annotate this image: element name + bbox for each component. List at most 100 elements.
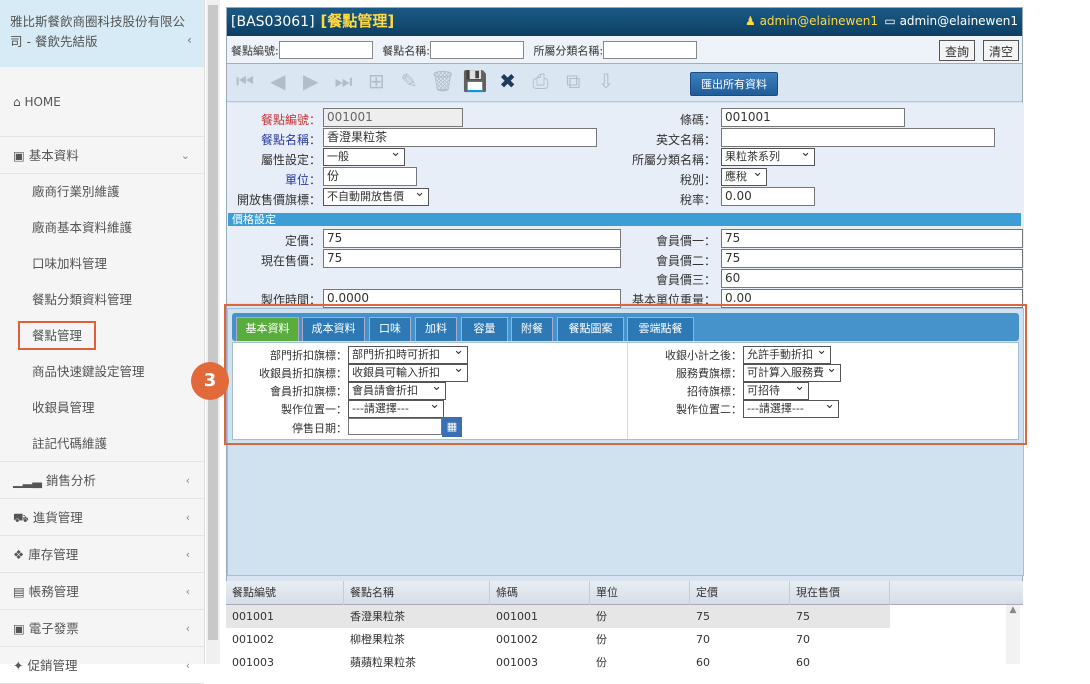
category-select[interactable]: 果粒茶系列 (721, 145, 815, 166)
sidebar-sub-item[interactable]: 廠商基本資料維護 (0, 210, 204, 246)
table-row[interactable]: 001001 香澄果粒茶 001001 份 75 75 (226, 605, 890, 628)
cancel-icon[interactable]: ✖ (496, 69, 520, 93)
next-record-icon[interactable]: ▶ (299, 69, 323, 93)
table-cell: 70 (696, 633, 710, 646)
sidebar-item-label: 庫存管理 (28, 547, 79, 562)
price-section-header: 價格設定 (228, 213, 1021, 226)
edit-icon[interactable]: ✎ (397, 69, 421, 93)
user-label: admin@elainewen1 (759, 14, 878, 28)
table-scrollbar[interactable]: ▲ (1006, 605, 1020, 664)
sidebar-sub-label: 廠商行業別維護 (32, 184, 120, 199)
sidebar-item-home[interactable]: ⌂ HOME (0, 67, 204, 137)
sidebar-sub-item[interactable]: 收銀員管理 (0, 390, 204, 426)
open-price-select[interactable]: 不自動開放售價 (323, 185, 429, 206)
prev-record-icon[interactable]: ◀ (266, 69, 290, 93)
sidebar-sub-item[interactable]: 註記代碼維護 (0, 426, 204, 462)
save-icon[interactable]: 💾 (463, 69, 488, 93)
sidebar-item-inventory[interactable]: ❖ 庫存管理 ‹ (0, 536, 204, 573)
chevron-left-icon: ‹ (185, 511, 190, 524)
clear-button[interactable]: 清空 (983, 40, 1020, 61)
add-icon[interactable]: ⊞ (364, 69, 388, 93)
query-button[interactable]: 查詢 (939, 40, 976, 61)
search-id-input[interactable] (278, 41, 373, 59)
user-icon: ♟ (744, 14, 756, 28)
member-price2-field[interactable]: 75 (721, 249, 1023, 268)
highlight-box (224, 304, 1027, 445)
search-name-input[interactable] (429, 41, 524, 59)
sidebar-item-label: HOME (24, 95, 61, 109)
table-row[interactable]: 001003 蘋蘋粒果粒茶 001003 份 60 60 (226, 651, 890, 674)
import-icon[interactable]: ⇩ (594, 69, 618, 93)
toolbar: ⏮ ◀ ▶ ⏭ ⊞ ✎ 🗑 💾 ✖ ⎙ ⧉ ⇩ 匯出所有資料 (227, 64, 1022, 102)
cart-icon: ⛟ (13, 510, 29, 525)
search-category-input[interactable] (603, 41, 698, 59)
column-header[interactable]: 定價 (690, 581, 790, 605)
table-cell: 75 (796, 610, 810, 623)
table-cell: 001003 (232, 656, 274, 669)
table-cell: 70 (796, 633, 810, 646)
user-label: admin@elainewen1 (899, 14, 1018, 28)
sidebar-item-label: 電子發票 (28, 621, 79, 636)
tax-type-select[interactable]: 應稅 (721, 165, 767, 186)
copy-icon[interactable]: ⧉ (561, 69, 585, 93)
sidebar-sub-label: 商品快速鍵設定管理 (32, 364, 145, 379)
sidebar-sub-item-active[interactable]: 餐點管理 (0, 318, 204, 354)
first-record-icon[interactable]: ⏮ (233, 69, 257, 93)
field-label: 餐點編號： (260, 113, 321, 127)
column-header[interactable]: 現在售價 (790, 581, 890, 605)
card-icon: ▣ (13, 621, 25, 636)
table-cell: 001003 (496, 656, 538, 669)
member-price3-field[interactable]: 60 (721, 269, 1023, 288)
sidebar-sub-item[interactable]: 廠商行業別維護 (0, 174, 204, 210)
sidebar-sub-item[interactable]: 餐點分類資料管理 (0, 282, 204, 318)
column-header[interactable]: 餐點名稱 (344, 581, 490, 605)
sidebar-item-accounts[interactable]: ▤ 帳務管理 ‹ (0, 573, 204, 610)
scroll-up-icon[interactable]: ▲ (1006, 605, 1020, 615)
chevron-left-icon: ‹ (187, 32, 192, 47)
briefcase-icon: ▤ (13, 584, 25, 599)
last-record-icon[interactable]: ⏭ (331, 69, 355, 93)
delete-icon[interactable]: 🗑 (430, 69, 455, 93)
attribute-select[interactable]: 一般 (323, 145, 405, 166)
sidebar-sub-label: 註記代碼維護 (32, 436, 108, 451)
page-title: [餐點管理] (320, 12, 395, 30)
search-label: 餐點編號: (231, 44, 279, 58)
sidebar-item-promo[interactable]: ✦ 促銷管理 ‹ (0, 647, 204, 684)
column-header[interactable]: 單位 (590, 581, 690, 605)
sidebar-item-sales[interactable]: ▁▂▃ 銷售分析 ‹ (0, 462, 204, 499)
tax-rate-field[interactable]: 0.00 (721, 187, 815, 206)
list-price-field[interactable]: 75 (323, 229, 621, 248)
unit-field[interactable]: 份 (323, 167, 417, 186)
english-name-field[interactable] (721, 128, 995, 147)
sidebar-item-purchase[interactable]: ⛟ 進貨管理 ‹ (0, 499, 204, 536)
column-header[interactable]: 餐點編號 (226, 581, 344, 605)
search-label: 所屬分類名稱: (533, 44, 604, 58)
sidebar-item-label: 進貨管理 (32, 510, 83, 525)
table-cell: 001001 (232, 610, 274, 623)
table-cell: 柳橙果粒茶 (350, 633, 405, 646)
print-icon[interactable]: ⎙ (528, 69, 552, 93)
user-name[interactable]: ♟ admin@elainewen1 (745, 14, 878, 28)
sidebar-item-basic[interactable]: ▣ 基本資料 ⌄ (0, 137, 204, 174)
current-price-field[interactable]: 75 (323, 249, 621, 268)
sidebar-sub-item[interactable]: 商品快速鍵設定管理 (0, 354, 204, 390)
product-name-field[interactable]: 香澄果粒茶 (323, 128, 597, 147)
column-header[interactable]: 條碼 (490, 581, 590, 605)
sidebar-item-label: 帳務管理 (28, 584, 79, 599)
user-account[interactable]: ▭ admin@elainewen1 (884, 14, 1018, 28)
sidebar-sub-item[interactable]: 口味加料管理 (0, 246, 204, 282)
member-price1-field[interactable]: 75 (721, 229, 1023, 248)
export-all-button[interactable]: 匯出所有資料 (690, 72, 778, 96)
product-id-field[interactable]: 001001 (323, 108, 463, 127)
sidebar-sub-label: 口味加料管理 (32, 256, 108, 271)
table-row[interactable]: 001002 柳橙果粒茶 001002 份 70 70 (226, 628, 890, 651)
sidebar-item-label: 銷售分析 (45, 473, 96, 488)
company-header[interactable]: 雅比斯餐飲商圈科技股份有限公司 - 餐飲先結版 ‹ (0, 0, 204, 67)
scrollbar-thumb[interactable] (208, 5, 218, 640)
field-label: 屬性設定： (260, 153, 321, 167)
sidebar-scrollbar[interactable] (206, 0, 220, 664)
id-card-icon: ▭ (884, 14, 896, 28)
barcode-field[interactable]: 001001 (721, 108, 905, 127)
sidebar-item-einvoice[interactable]: ▣ 電子發票 ‹ (0, 610, 204, 647)
sidebar-sub-label: 收銀員管理 (32, 400, 95, 415)
